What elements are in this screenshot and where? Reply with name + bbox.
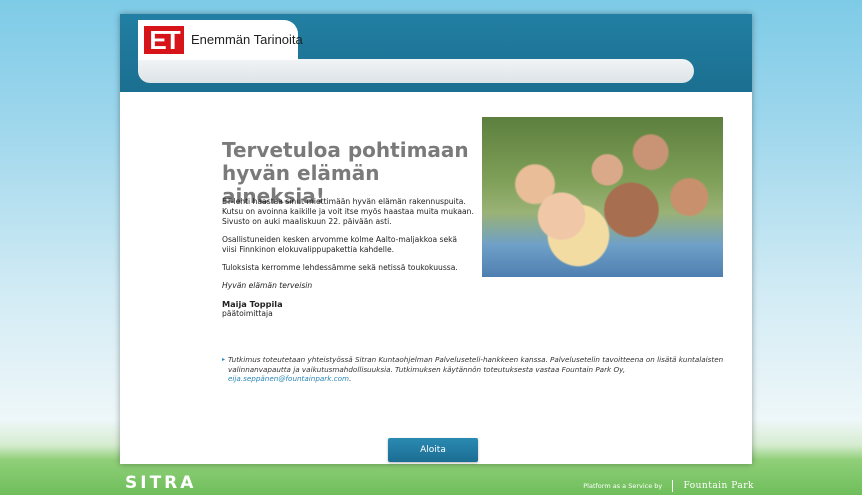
research-note: ▸ Tutkimus toteutetaan yhteistyössä Sitr… bbox=[222, 355, 728, 384]
people-group-photo bbox=[482, 117, 723, 277]
start-button[interactable]: Aloita bbox=[388, 438, 478, 462]
note-end: . bbox=[349, 374, 352, 383]
intro-paragraph: ET-lehti haastaa sinut miettimään hyvän … bbox=[222, 197, 474, 226]
signer-title: päätoimittaja bbox=[222, 309, 273, 318]
contact-email-link[interactable]: eija.seppänen@fountainpark.com bbox=[228, 374, 349, 383]
fountain-park-logo[interactable]: Fountain Park bbox=[683, 481, 754, 491]
site-header: ET Enemmän Tarinoita bbox=[120, 14, 752, 92]
et-logo-mark: ET bbox=[144, 26, 184, 54]
prize-paragraph: Osallistuneiden kesken arvomme kolme Aal… bbox=[222, 235, 458, 254]
header-nav-bar bbox=[138, 59, 694, 83]
footer-credits: Platform as a Service by Fountain Park bbox=[583, 480, 754, 492]
bullet-arrow-icon: ▸ bbox=[222, 356, 226, 363]
logo-tab[interactable]: ET Enemmän Tarinoita bbox=[138, 20, 303, 60]
intro-text: ET-lehti haastaa sinut miettimään hyvän … bbox=[222, 197, 474, 319]
content-frame: ET Enemmän Tarinoita Tervetuloa pohtimaa… bbox=[120, 14, 752, 464]
logo-text: Enemmän Tarinoita bbox=[191, 32, 303, 47]
greeting: Hyvän elämän terveisin bbox=[222, 281, 313, 290]
platform-text: Platform as a Service by bbox=[583, 482, 663, 490]
sitra-logo[interactable]: SITRA bbox=[125, 474, 196, 492]
results-paragraph: Tuloksista kerromme lehdessämme sekä net… bbox=[222, 263, 458, 272]
note-text: Tutkimus toteutetaan yhteistyössä Sitran… bbox=[228, 355, 724, 374]
footer-divider bbox=[672, 480, 674, 492]
signer-name: Maija Toppila bbox=[222, 299, 283, 309]
